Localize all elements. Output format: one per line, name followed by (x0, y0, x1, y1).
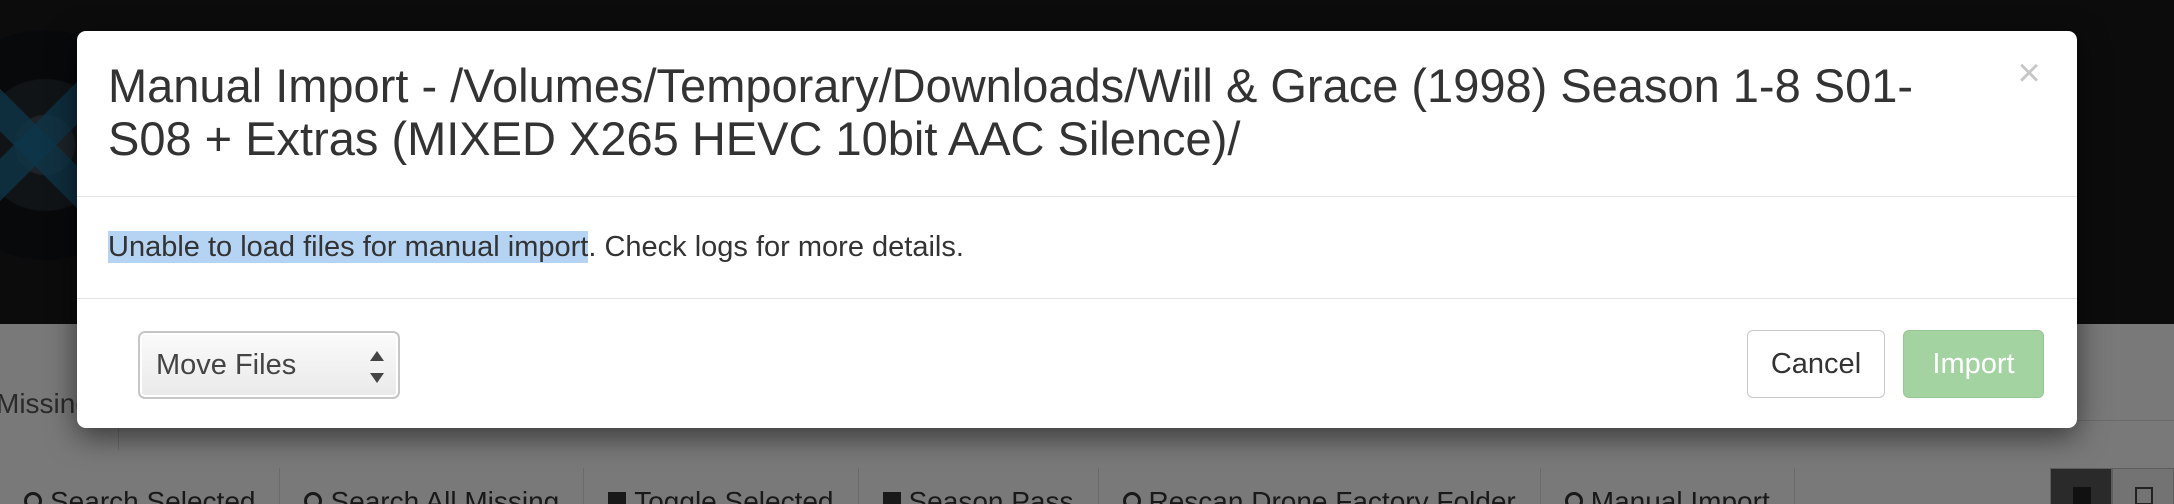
error-message: Unable to load files for manual import. … (108, 231, 964, 264)
error-message-highlighted: Unable to load files for manual import (108, 231, 589, 263)
import-button[interactable]: Import (1903, 330, 2044, 398)
cancel-button[interactable]: Cancel (1747, 330, 1885, 398)
updown-arrows-icon (370, 351, 384, 383)
error-message-rest: . Check logs for more details. (588, 231, 964, 263)
manual-import-modal: Manual Import - /Volumes/Temporary/Downl… (77, 31, 2077, 428)
modal-footer: Move Files Cancel Import (77, 299, 2077, 427)
modal-body: Unable to load files for manual import. … (77, 197, 2077, 299)
modal-title: Manual Import - /Volumes/Temporary/Downl… (108, 59, 1914, 165)
close-icon[interactable]: × (2009, 53, 2049, 93)
modal-header: Manual Import - /Volumes/Temporary/Downl… (77, 31, 2077, 197)
import-mode-select[interactable]: Move Files (138, 331, 400, 399)
import-mode-value: Move Files (156, 348, 297, 381)
